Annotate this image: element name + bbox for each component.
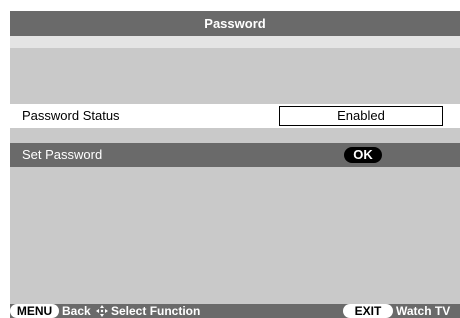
set-password-label: Set Password <box>22 147 103 162</box>
subheader-strip <box>10 36 460 48</box>
menu-title: Password <box>10 11 460 36</box>
exit-key[interactable]: EXIT <box>343 304 393 318</box>
watch-tv-label: Watch TV <box>396 304 451 318</box>
ok-button[interactable]: OK <box>344 147 382 163</box>
select-function-label: Select Function <box>111 304 201 318</box>
password-status-value[interactable]: Enabled <box>279 106 443 126</box>
footer-hint-bar: MENU Back Select Function EXIT Watch TV <box>10 304 460 318</box>
four-way-arrow-icon <box>96 305 108 317</box>
password-status-label: Password Status <box>22 108 120 123</box>
password-status-row[interactable]: Password Status Enabled <box>10 104 460 128</box>
set-password-row[interactable]: Set Password OK <box>10 143 460 167</box>
back-label: Back <box>62 304 91 318</box>
password-menu-screen: Password Password Status Enabled Set Pas… <box>10 11 460 318</box>
menu-key[interactable]: MENU <box>10 304 59 318</box>
